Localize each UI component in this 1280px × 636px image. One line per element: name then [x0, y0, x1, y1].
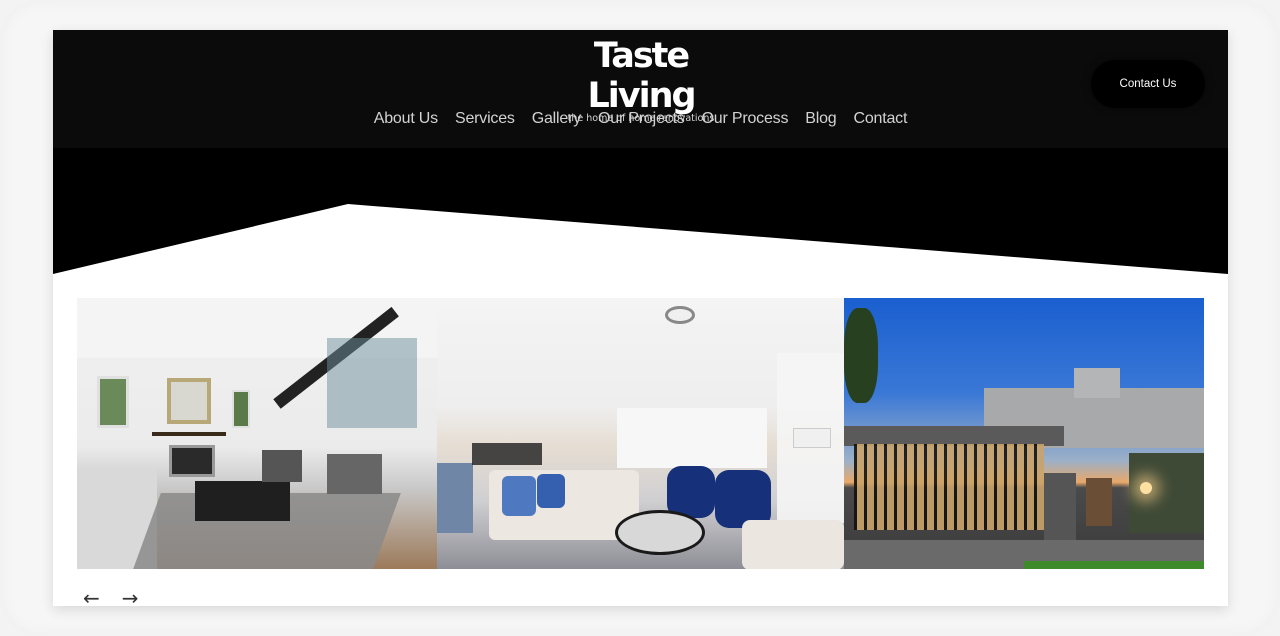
hero-angled-banner — [53, 148, 1228, 274]
contact-us-button[interactable]: Contact Us — [1091, 60, 1205, 108]
carousel-controls: ← → — [83, 588, 139, 606]
gallery-photo-open-plan[interactable] — [437, 298, 844, 569]
nav-item-our-projects[interactable]: Our Projects — [598, 110, 685, 128]
logo-wordmark: Taste Living — [587, 36, 696, 116]
nav-item-about-us[interactable]: About Us — [374, 110, 438, 128]
banner-shape — [53, 148, 1228, 274]
main-nav: About Us Services Gallery Our Projects O… — [53, 110, 1228, 128]
nav-item-our-process[interactable]: Our Process — [702, 110, 789, 128]
project-gallery-carousel — [77, 298, 1204, 569]
carousel-prev-arrow-icon[interactable]: ← — [83, 588, 100, 606]
nav-item-services[interactable]: Services — [455, 110, 515, 128]
webpage: Taste Living the home of home renovation… — [53, 30, 1228, 606]
nav-item-blog[interactable]: Blog — [805, 110, 836, 128]
nav-item-contact[interactable]: Contact — [853, 110, 907, 128]
nav-item-gallery[interactable]: Gallery — [532, 110, 581, 128]
carousel-next-arrow-icon[interactable]: → — [122, 588, 139, 606]
gallery-photo-living-room[interactable] — [77, 298, 437, 569]
site-header: Taste Living the home of home renovation… — [53, 30, 1228, 148]
gallery-photo-house-exterior[interactable] — [844, 298, 1204, 569]
